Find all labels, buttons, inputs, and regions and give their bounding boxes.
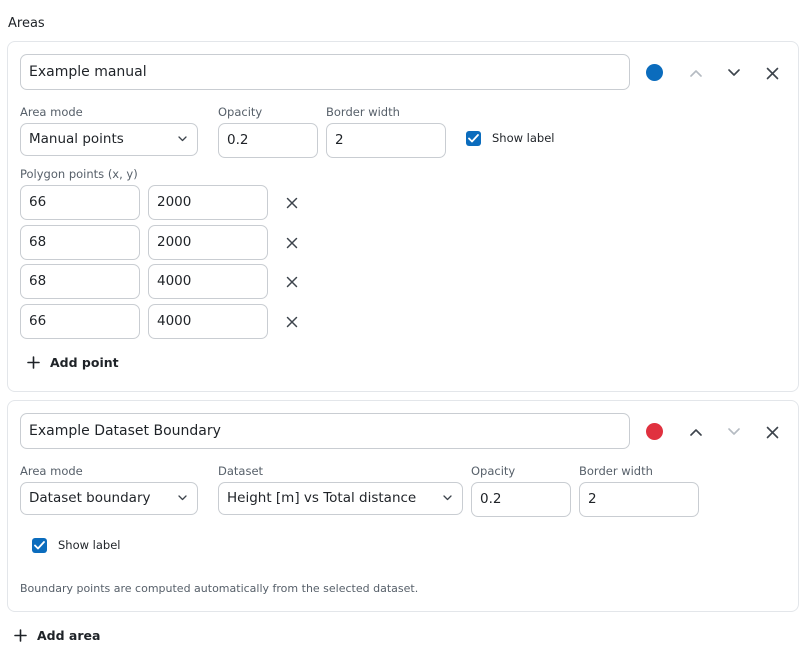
point-y-input[interactable]: 4000 — [148, 264, 268, 299]
chevron-down-icon — [443, 495, 452, 501]
add-point-label: Add point — [50, 355, 119, 370]
point-x-input[interactable]: 68 — [20, 225, 140, 260]
check-icon — [468, 134, 479, 143]
boundary-helper-text: Boundary points are computed automatical… — [20, 582, 419, 595]
opacity-label: Opacity — [218, 105, 263, 119]
opacity-input[interactable]: 0.2 — [218, 123, 318, 158]
area-mode-value: Manual points — [29, 131, 124, 147]
area-color-swatch[interactable] — [646, 423, 663, 440]
area-card-1: Example manual Area mode Manual points O… — [7, 41, 799, 392]
plus-icon — [27, 356, 40, 369]
plus-icon — [14, 629, 27, 642]
dataset-value: Height [m] vs Total distance — [227, 490, 417, 506]
area-mode-label: Area mode — [20, 105, 83, 119]
point-x-input[interactable]: 66 — [20, 304, 140, 339]
area-name-input[interactable]: Example manual — [20, 54, 630, 90]
chevron-down-icon — [178, 495, 187, 501]
area-mode-label: Area mode — [20, 464, 83, 478]
add-point-button[interactable]: Add point — [27, 355, 119, 370]
show-label-text: Show label — [58, 538, 121, 552]
area-color-swatch[interactable] — [646, 64, 663, 81]
dataset-select[interactable]: Height [m] vs Total distance — [218, 482, 463, 515]
chevron-up-icon — [690, 429, 702, 436]
point-y-input[interactable]: 2000 — [148, 225, 268, 260]
close-icon — [286, 316, 298, 328]
point-x-input[interactable]: 66 — [20, 185, 140, 220]
opacity-label: Opacity — [471, 464, 516, 478]
close-icon — [286, 237, 298, 249]
polygon-points-label: Polygon points (x, y) — [20, 167, 138, 181]
chevron-down-icon — [728, 69, 740, 76]
move-down-button[interactable] — [723, 62, 745, 84]
remove-area-button[interactable] — [761, 62, 783, 84]
remove-area-button[interactable] — [761, 421, 783, 443]
opacity-input[interactable]: 0.2 — [471, 482, 571, 517]
move-up-button[interactable] — [685, 421, 707, 443]
section-title: Areas — [8, 16, 45, 31]
area-mode-select[interactable]: Dataset boundary — [20, 482, 198, 515]
chevron-down-icon — [728, 428, 740, 435]
chevron-up-icon — [690, 70, 702, 77]
move-up-button[interactable] — [685, 62, 707, 84]
close-icon — [766, 426, 778, 438]
show-label-text: Show label — [492, 131, 555, 145]
border-width-input[interactable]: 2 — [326, 123, 446, 158]
show-label-checkbox[interactable] — [32, 538, 47, 553]
remove-point-button[interactable] — [281, 311, 303, 333]
remove-point-button[interactable] — [281, 271, 303, 293]
show-label-checkbox[interactable] — [466, 131, 481, 146]
point-x-input[interactable]: 68 — [20, 264, 140, 299]
close-icon — [286, 276, 298, 288]
point-y-input[interactable]: 4000 — [148, 304, 268, 339]
border-width-label: Border width — [326, 105, 400, 119]
add-area-label: Add area — [37, 628, 101, 643]
close-icon — [286, 197, 298, 209]
chevron-down-icon — [178, 136, 187, 142]
add-area-button[interactable]: Add area — [14, 628, 100, 643]
area-name-input[interactable]: Example Dataset Boundary — [20, 413, 630, 449]
area-mode-select[interactable]: Manual points — [20, 123, 198, 156]
remove-point-button[interactable] — [281, 232, 303, 254]
move-down-button[interactable] — [723, 421, 745, 443]
remove-point-button[interactable] — [281, 192, 303, 214]
point-y-input[interactable]: 2000 — [148, 185, 268, 220]
area-mode-value: Dataset boundary — [29, 490, 151, 506]
border-width-input[interactable]: 2 — [579, 482, 699, 517]
area-card-2: Example Dataset Boundary Area mode Datas… — [7, 400, 799, 612]
border-width-label: Border width — [579, 464, 653, 478]
dataset-label: Dataset — [218, 464, 264, 478]
check-icon — [34, 541, 45, 550]
close-icon — [766, 67, 778, 79]
